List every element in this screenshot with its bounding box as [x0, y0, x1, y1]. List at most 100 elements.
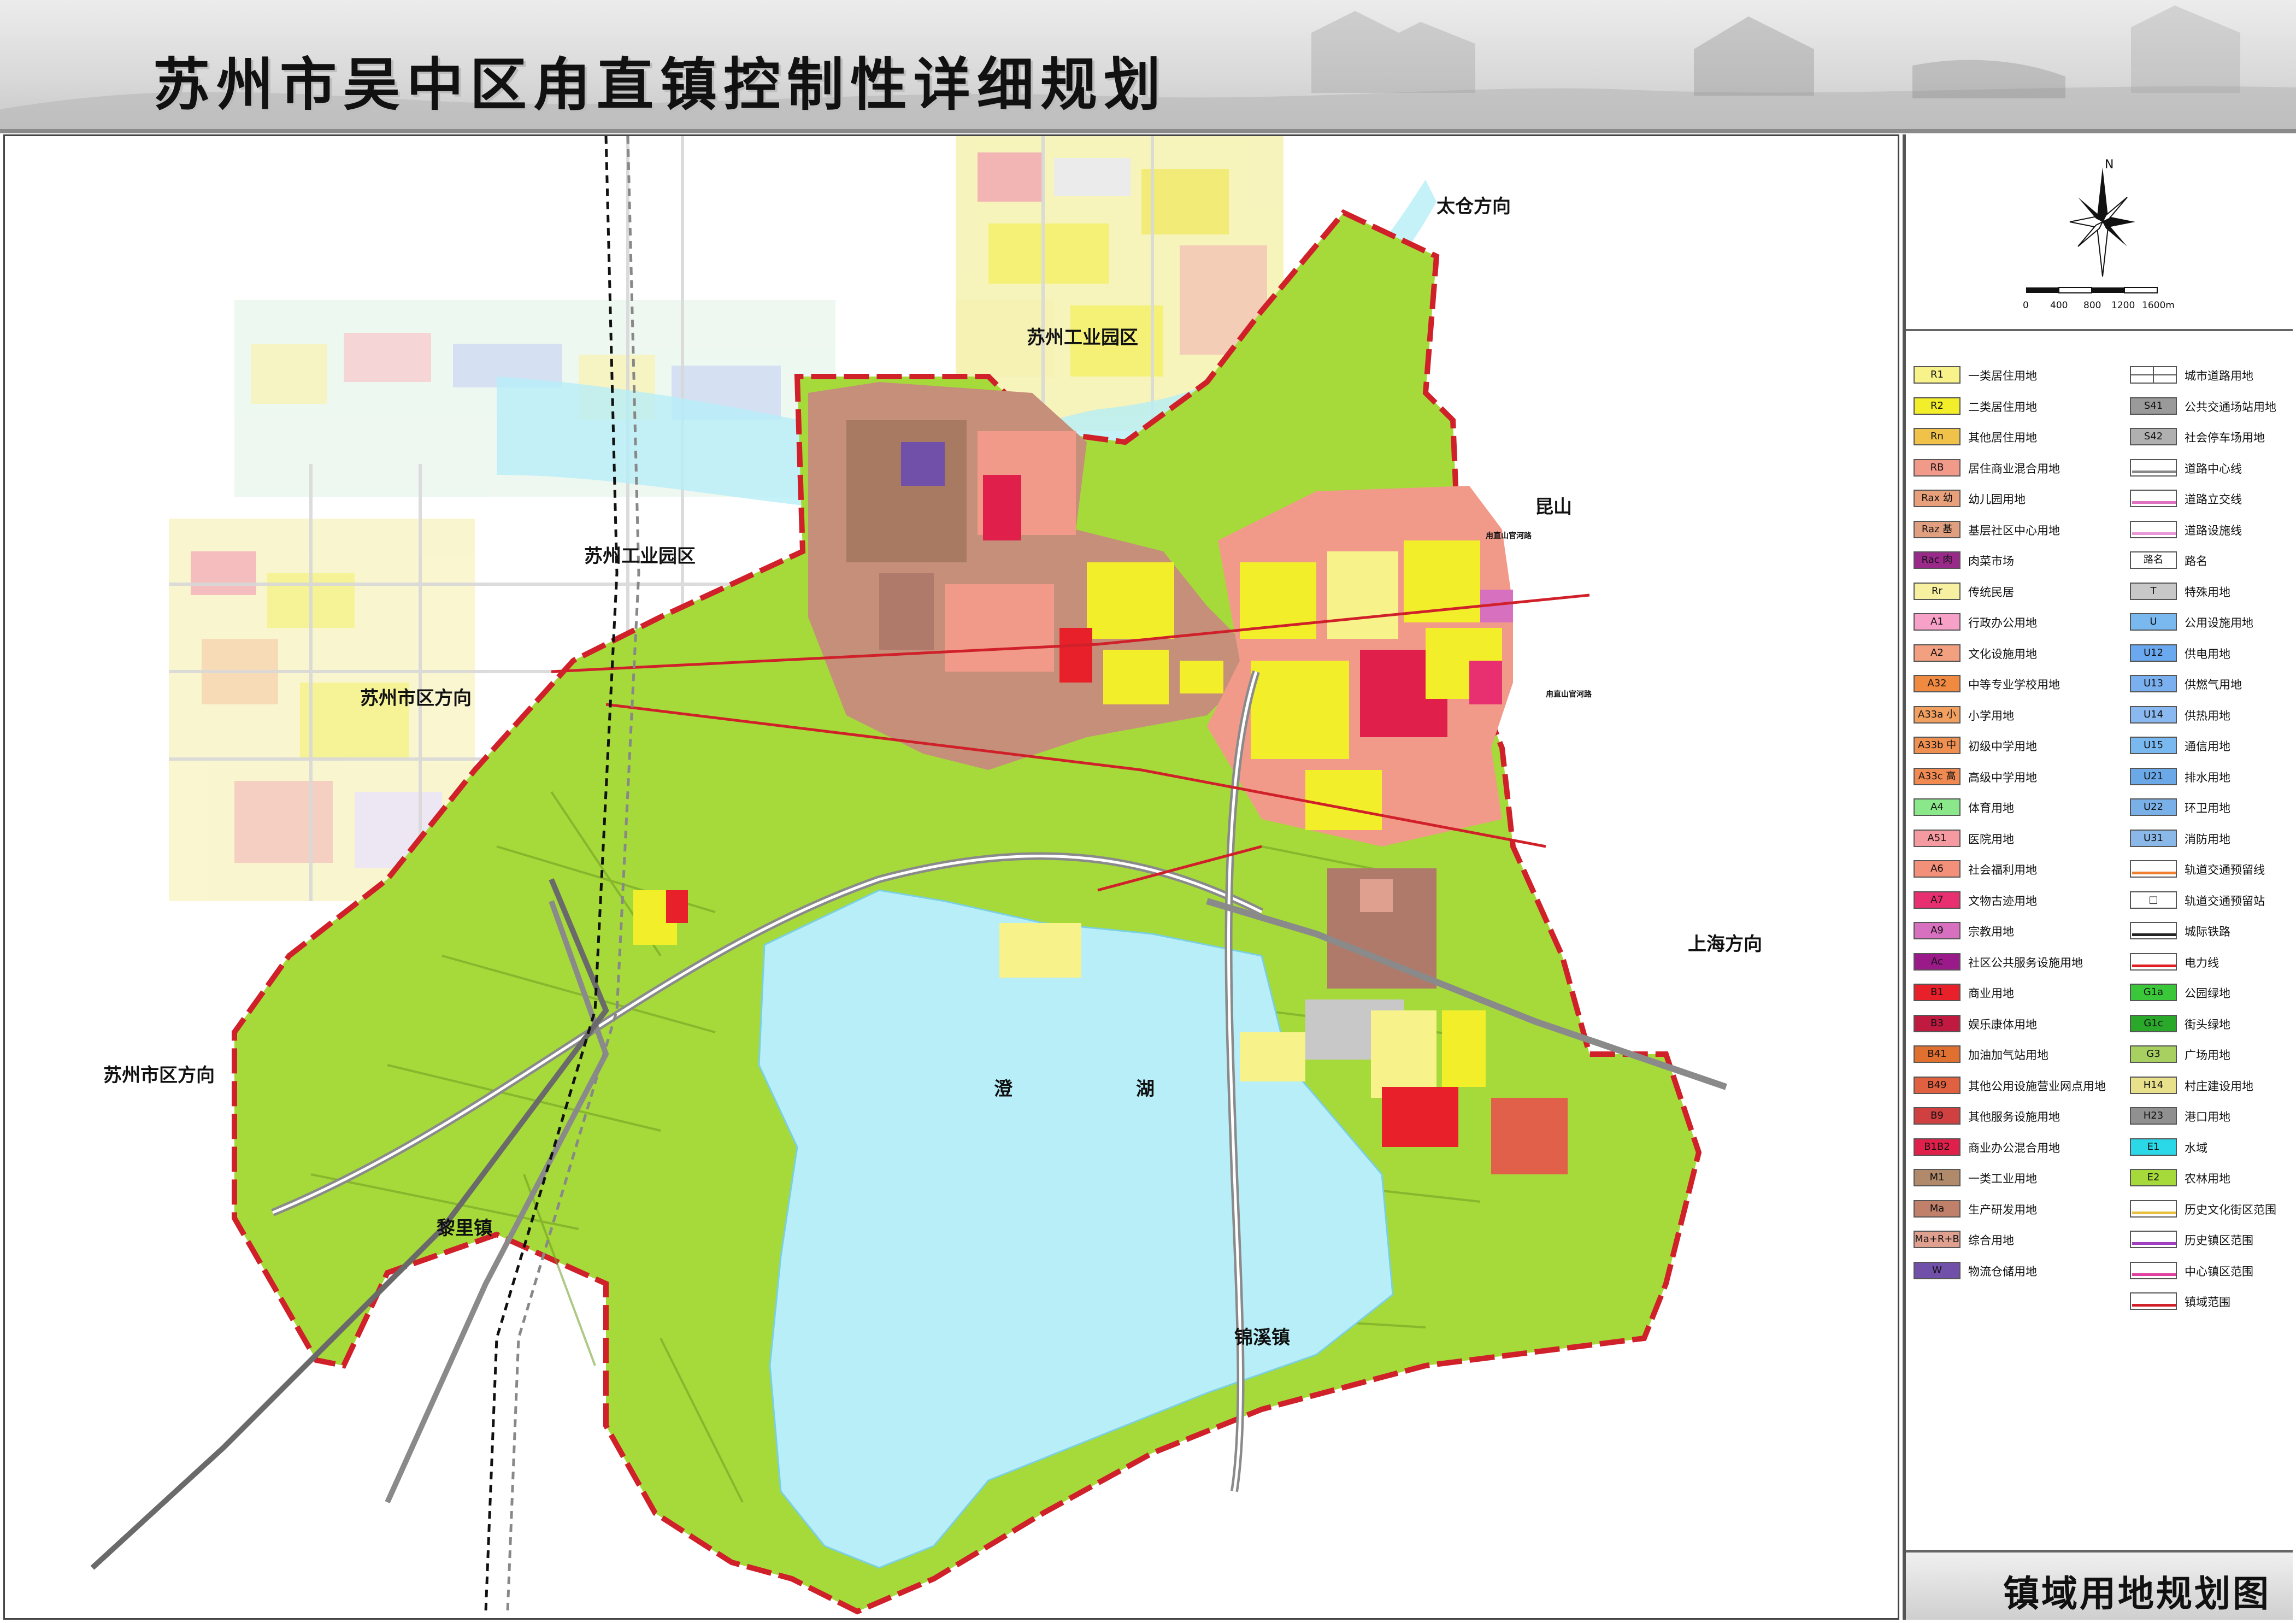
- legend-item: W 物流仓储用地: [1914, 1260, 2077, 1281]
- legend-swatch: U12: [2130, 644, 2177, 662]
- scale-label: 800: [2083, 300, 2101, 311]
- legend-label: 消防用地: [2185, 832, 2230, 846]
- legend-item: 路名 路名: [2130, 549, 2294, 571]
- legend-label: 初级中学用地: [1968, 740, 2037, 753]
- legend-swatch: B49: [1914, 1076, 1961, 1094]
- legend-line: [2132, 872, 2176, 874]
- label-sip-north: 苏州工业园区: [1027, 327, 1138, 349]
- label-lake-2: 湖: [1136, 1078, 1155, 1100]
- scale-label: 400: [2050, 300, 2068, 311]
- legend-item: U12 供电用地: [2130, 642, 2294, 664]
- legend-swatch: R1: [1914, 366, 1961, 384]
- legend-swatch: A51: [1914, 829, 1961, 847]
- legend-swatch: G1a: [2130, 984, 2177, 1001]
- legend-swatch: □: [2130, 891, 2177, 909]
- label-road-1: 甪直山官河路: [1486, 531, 1532, 540]
- legend-item: U21 排水用地: [2130, 766, 2294, 787]
- legend-label: 医院用地: [1968, 832, 2014, 846]
- legend-label: 行政办公用地: [1968, 616, 2037, 630]
- legend-swatch: [2130, 922, 2177, 939]
- legend-swatch: W: [1914, 1261, 1961, 1279]
- legend-code: A6: [1930, 863, 1944, 874]
- legend-code: A33c 高: [1918, 770, 1956, 782]
- legend-item: B41 加油加气站用地: [1914, 1043, 2077, 1065]
- legend-item: Ma 生产研发用地: [1914, 1198, 2077, 1220]
- legend-code: S42: [2144, 431, 2163, 442]
- legend-swatch: [2130, 366, 2177, 384]
- legend-code: G3: [2146, 1048, 2160, 1060]
- legend-item: Rr 传统民居: [1914, 580, 2077, 602]
- label-jinxi: 锦溪镇: [1234, 1327, 1290, 1349]
- legend-label: 一类工业用地: [1968, 1172, 2037, 1185]
- legend-swatch: [2130, 1199, 2177, 1218]
- legend-label: 一类居住用地: [1968, 369, 2037, 383]
- legend-label: 城际铁路: [2185, 925, 2230, 938]
- legend-code: U15: [2143, 739, 2164, 751]
- legend-swatch: [2130, 490, 2177, 507]
- legend-swatch: R2: [1914, 397, 1961, 415]
- legend-code: M1: [1929, 1172, 1945, 1183]
- legend-swatch: U31: [2130, 829, 2177, 847]
- legend-code: B41: [1927, 1048, 1947, 1060]
- legend-label: 轨道交通预留线: [2185, 863, 2265, 877]
- legend-line: [2132, 964, 2176, 967]
- legend-label: 港口用地: [2185, 1110, 2230, 1124]
- scale-label: 1600m: [2142, 300, 2175, 311]
- legend-panel: N 0 400 800 1200 1600m R1 一类居住用地 R2 二类居住…: [1903, 134, 2293, 1620]
- legend-swatch: [2130, 1231, 2177, 1248]
- legend-swatch: Raz 基: [1914, 520, 1961, 538]
- legend-code: A7: [1930, 893, 1944, 905]
- legend-item: 历史镇区范围: [2130, 1228, 2294, 1250]
- legend-label: 文化设施用地: [1968, 647, 2037, 661]
- legend-swatch: A33b 中: [1914, 737, 1961, 754]
- label-sip-west: 苏州工业园区: [584, 545, 696, 567]
- legend-swatch: B9: [1914, 1107, 1961, 1125]
- legend-code: Rax 幼: [1921, 492, 1953, 504]
- legend-item: Rax 幼 幼儿园用地: [1914, 487, 2077, 509]
- legend-item: 道路中心线: [2130, 457, 2294, 479]
- title-banner: 苏州市吴中区甪直镇控制性详细规划: [0, 0, 2296, 133]
- legend-item: H23 港口用地: [2130, 1105, 2294, 1127]
- legend-item: A32 中等专业学校用地: [1914, 673, 2077, 695]
- drawing-title-banner: 镇域用地规划图: [1906, 1550, 2293, 1620]
- legend-label: 社会福利用地: [1968, 863, 2037, 877]
- legend-label: 小学用地: [1968, 709, 2014, 722]
- legend-label: 路名: [2185, 555, 2207, 568]
- legend-item: B1B2 商业办公混合用地: [1914, 1136, 2077, 1158]
- legend-code: Rac 肉: [1921, 554, 1953, 566]
- legend-item: G1a 公园绿地: [2130, 981, 2294, 1003]
- compass-and-scale: N 0 400 800 1200 1600m: [1906, 134, 2293, 331]
- legend-code: Raz 基: [1921, 523, 1953, 535]
- legend-label: 中等专业学校用地: [1968, 678, 2060, 691]
- legend-swatch: U14: [2130, 705, 2177, 724]
- legend-label: 公用设施用地: [2185, 616, 2253, 630]
- legend-code: R2: [1930, 399, 1944, 411]
- legend-item: A4 体育用地: [1914, 796, 2077, 818]
- legend-swatch: U21: [2130, 767, 2177, 785]
- legend-item: Ac 社区公共服务设施用地: [1914, 951, 2083, 973]
- legend-label: 供电用地: [2185, 647, 2230, 661]
- legend-item: Rac 肉 肉菜市场: [1914, 549, 2077, 571]
- legend-item: A33b 中初级中学用地: [1914, 734, 2077, 756]
- legend-label: 高级中学用地: [1968, 771, 2037, 784]
- legend-label: 二类居住用地: [1968, 400, 2037, 414]
- legend-label: 物流仓储用地: [1968, 1265, 2037, 1278]
- legend-line: [2132, 470, 2176, 473]
- legend-label: 幼儿园用地: [1968, 493, 2026, 506]
- legend-item: 城际铁路: [2130, 920, 2294, 942]
- north-arrow-icon: N 0 400 800 1200 1600m: [2023, 158, 2175, 311]
- legend-label: 文物古迹用地: [1968, 894, 2037, 908]
- legend-code: A1: [1930, 616, 1944, 627]
- legend-label: 城市道路用地: [2185, 369, 2253, 383]
- legend-code: H14: [2143, 1079, 2164, 1091]
- legend-label: 镇域范围: [2185, 1296, 2230, 1309]
- legend-label: 基层社区中心用地: [1968, 524, 2060, 537]
- legend-label: 环卫用地: [2185, 802, 2230, 815]
- legend-item: U 公用设施用地: [2130, 611, 2294, 633]
- legend-item: A33c 高高级中学用地: [1914, 766, 2077, 787]
- legend-swatch: Rax 幼: [1914, 490, 1961, 507]
- legend-code: H23: [2143, 1110, 2164, 1121]
- legend-code: Rr: [1932, 585, 1942, 597]
- legend-item: E2 农林用地: [2130, 1167, 2294, 1189]
- legend-code: A32: [1927, 678, 1947, 689]
